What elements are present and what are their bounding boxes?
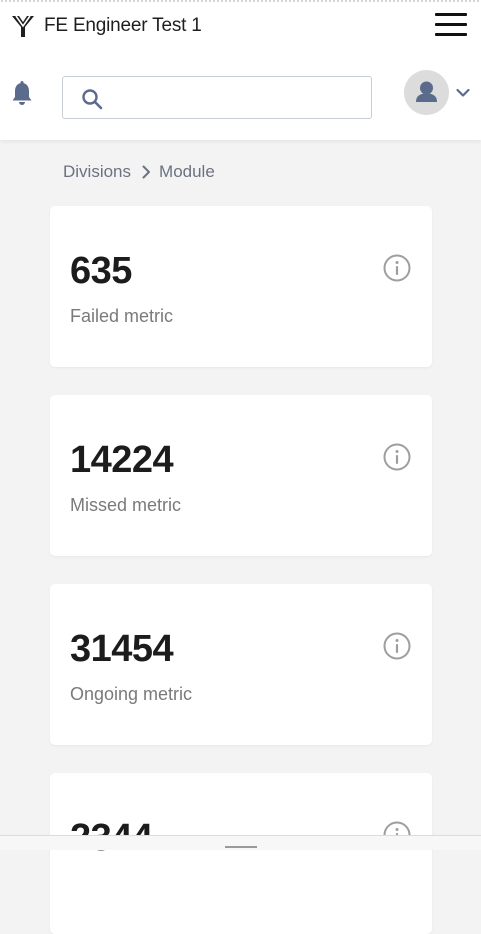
metric-card-ongoing[interactable]: 31454 Ongoing metric (50, 584, 432, 745)
scroll-handle[interactable] (225, 846, 257, 848)
search-box[interactable] (62, 76, 372, 120)
metric-value: 635 (70, 250, 132, 292)
metric-value: 14224 (70, 439, 174, 481)
breadcrumb-item-divisions[interactable]: Divisions (63, 162, 131, 182)
info-icon[interactable] (382, 442, 412, 472)
hamburger-menu-icon[interactable] (435, 12, 467, 38)
user-menu[interactable] (404, 70, 471, 115)
metric-card-missed[interactable]: 14224 Missed metric (50, 395, 432, 556)
info-icon[interactable] (382, 253, 412, 283)
user-avatar-icon[interactable] (404, 70, 449, 115)
brand[interactable]: FE Engineer Test 1 (10, 12, 202, 40)
metric-label: Failed metric (70, 306, 174, 326)
info-icon[interactable] (382, 631, 412, 661)
search-icon (82, 89, 103, 110)
bell-icon[interactable] (10, 80, 34, 108)
app-title: FE Engineer Test 1 (44, 15, 202, 36)
metric-value: 31454 (70, 628, 174, 670)
metric-label: Missed metric (70, 495, 182, 515)
breadcrumb-item-module[interactable]: Module (159, 162, 215, 182)
chevron-right-icon (142, 165, 151, 179)
metric-label: Ongoing metric (70, 684, 193, 704)
top-header: FE Engineer Test 1 (0, 0, 481, 140)
breadcrumb: Divisions Module (63, 162, 215, 182)
search-input[interactable] (113, 77, 367, 120)
chevron-down-icon[interactable] (455, 85, 471, 101)
company-logo-icon (12, 15, 34, 37)
bottom-scroll-bar (0, 835, 481, 850)
metric-card-failed[interactable]: 635 Failed metric (50, 206, 432, 367)
metric-card-partial[interactable]: 2344 (50, 773, 432, 934)
top-border-dots (0, 0, 481, 2)
